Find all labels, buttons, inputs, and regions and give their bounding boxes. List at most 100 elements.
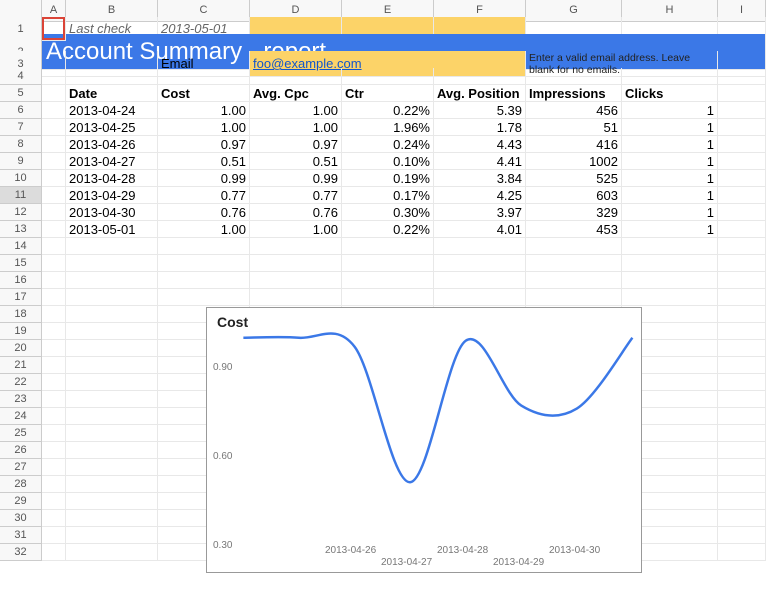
- cell[interactable]: [718, 544, 766, 561]
- cell-impr[interactable]: 1002: [526, 153, 622, 170]
- cell[interactable]: [42, 204, 66, 221]
- cell[interactable]: [42, 544, 66, 561]
- cell-date[interactable]: 2013-04-24: [66, 102, 158, 119]
- cell[interactable]: [718, 323, 766, 340]
- row-header-16[interactable]: 16: [0, 272, 42, 289]
- cell-avgpos[interactable]: 5.39: [434, 102, 526, 119]
- row-header-19[interactable]: 19: [0, 323, 42, 340]
- cell-avgpos[interactable]: 1.78: [434, 119, 526, 136]
- cell[interactable]: [42, 221, 66, 238]
- cell[interactable]: [158, 255, 250, 272]
- cell-cost[interactable]: 0.99: [158, 170, 250, 187]
- cell[interactable]: [66, 340, 158, 357]
- cell[interactable]: [526, 272, 622, 289]
- row-header-13[interactable]: 13: [0, 221, 42, 238]
- cell[interactable]: [718, 289, 766, 306]
- cell[interactable]: [718, 459, 766, 476]
- cell-avgpos[interactable]: 4.01: [434, 221, 526, 238]
- cell[interactable]: [42, 306, 66, 323]
- cell[interactable]: [42, 255, 66, 272]
- cell[interactable]: [66, 459, 158, 476]
- cell-clicks[interactable]: 1: [622, 221, 718, 238]
- cell-clicks[interactable]: 1: [622, 153, 718, 170]
- cell[interactable]: [718, 102, 766, 119]
- cell[interactable]: [42, 476, 66, 493]
- cell[interactable]: [342, 272, 434, 289]
- cell-avgpos[interactable]: 3.97: [434, 204, 526, 221]
- row-header-23[interactable]: 23: [0, 391, 42, 408]
- cell[interactable]: [42, 272, 66, 289]
- cell[interactable]: [42, 357, 66, 374]
- cell[interactable]: [42, 527, 66, 544]
- row-header-26[interactable]: 26: [0, 442, 42, 459]
- cell[interactable]: [718, 340, 766, 357]
- row-header-25[interactable]: 25: [0, 425, 42, 442]
- cell-cost[interactable]: 0.51: [158, 153, 250, 170]
- cell[interactable]: [42, 153, 66, 170]
- cell-impr[interactable]: 416: [526, 136, 622, 153]
- cell-impr[interactable]: 603: [526, 187, 622, 204]
- cell[interactable]: [718, 187, 766, 204]
- cell-clicks[interactable]: 1: [622, 187, 718, 204]
- cell[interactable]: [434, 238, 526, 255]
- cell[interactable]: [250, 255, 342, 272]
- cell[interactable]: [718, 306, 766, 323]
- cell-clicks[interactable]: 1: [622, 102, 718, 119]
- cell[interactable]: [622, 255, 718, 272]
- cell[interactable]: [718, 68, 766, 85]
- cell[interactable]: [718, 170, 766, 187]
- cell-avgcpc[interactable]: 0.97: [250, 136, 342, 153]
- cell-avgcpc[interactable]: 0.51: [250, 153, 342, 170]
- cell-clicks[interactable]: 1: [622, 136, 718, 153]
- cell-date[interactable]: 2013-05-01: [66, 221, 158, 238]
- cell[interactable]: [718, 153, 766, 170]
- row-header-31[interactable]: 31: [0, 527, 42, 544]
- cell[interactable]: [526, 255, 622, 272]
- cell[interactable]: [718, 357, 766, 374]
- cell[interactable]: [342, 255, 434, 272]
- row-header-12[interactable]: 12: [0, 204, 42, 221]
- cell-clicks[interactable]: 1: [622, 204, 718, 221]
- cell[interactable]: [718, 136, 766, 153]
- cell-date[interactable]: 2013-04-25: [66, 119, 158, 136]
- cell[interactable]: [66, 425, 158, 442]
- row-header-32[interactable]: 32: [0, 544, 42, 561]
- row-header-28[interactable]: 28: [0, 476, 42, 493]
- cell[interactable]: [718, 374, 766, 391]
- cell-avgcpc[interactable]: 0.76: [250, 204, 342, 221]
- cell[interactable]: [42, 187, 66, 204]
- cell[interactable]: [250, 272, 342, 289]
- cell[interactable]: [526, 238, 622, 255]
- row-header-10[interactable]: 10: [0, 170, 42, 187]
- cell-cost[interactable]: 1.00: [158, 102, 250, 119]
- cell[interactable]: [718, 425, 766, 442]
- cell[interactable]: [718, 255, 766, 272]
- cell[interactable]: [66, 408, 158, 425]
- cell[interactable]: [66, 510, 158, 527]
- cell[interactable]: [622, 68, 718, 85]
- cell-cost[interactable]: 1.00: [158, 221, 250, 238]
- cell-date[interactable]: 2013-04-30: [66, 204, 158, 221]
- cell[interactable]: [434, 289, 526, 306]
- cell-clicks[interactable]: 1: [622, 170, 718, 187]
- cell[interactable]: [250, 68, 342, 85]
- cell[interactable]: [66, 255, 158, 272]
- cell[interactable]: [718, 493, 766, 510]
- row-header-5[interactable]: 5: [0, 85, 42, 102]
- cell[interactable]: [66, 238, 158, 255]
- cell[interactable]: [42, 340, 66, 357]
- cell[interactable]: [718, 119, 766, 136]
- active-cell[interactable]: [42, 17, 66, 41]
- cell-avgpos[interactable]: 4.43: [434, 136, 526, 153]
- cell-avgpos[interactable]: 4.25: [434, 187, 526, 204]
- cell[interactable]: [42, 425, 66, 442]
- row-header-30[interactable]: 30: [0, 510, 42, 527]
- cell[interactable]: [718, 391, 766, 408]
- cell-avgcpc[interactable]: 0.99: [250, 170, 342, 187]
- cell-ctr[interactable]: 0.22%: [342, 221, 434, 238]
- cell[interactable]: [66, 323, 158, 340]
- cell-impr[interactable]: 456: [526, 102, 622, 119]
- cell[interactable]: [342, 289, 434, 306]
- cell[interactable]: [718, 476, 766, 493]
- cell-date[interactable]: 2013-04-29: [66, 187, 158, 204]
